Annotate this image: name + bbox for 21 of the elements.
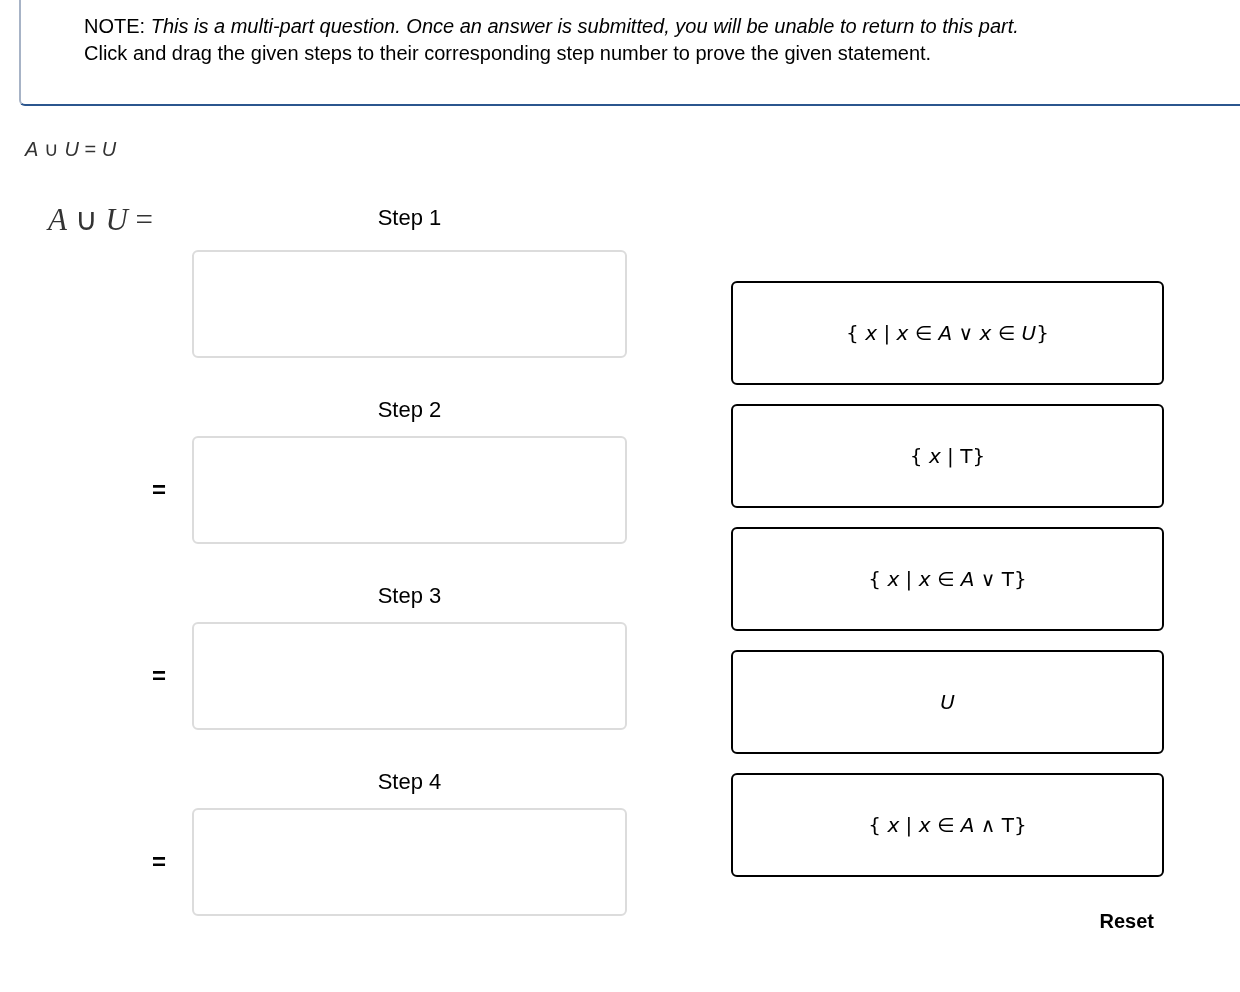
answer-tile[interactable]: { x | x ∈ A ∨ x ∈ U}: [731, 281, 1164, 385]
statement-text: A ∪ U = U: [25, 137, 117, 162]
answer-tile[interactable]: { x | T}: [731, 404, 1164, 508]
answer-tile[interactable]: U: [731, 650, 1164, 754]
step-label: Step 1: [377, 205, 442, 232]
equals-sign: =: [152, 477, 166, 503]
equals-sign: =: [152, 849, 166, 875]
step-label: Step 3: [377, 583, 442, 609]
drop-zone[interactable]: [192, 808, 627, 916]
note-text: NOTE: This is a multi-part question. Once an answer is submitted, you will be unable to return to this part.: [84, 14, 1020, 39]
drop-zone[interactable]: [192, 250, 627, 358]
drop-zone[interactable]: [192, 436, 627, 544]
answer-tile[interactable]: { x | x ∈ A ∧ T}: [731, 773, 1164, 877]
math-expression: A ∪ U =: [48, 203, 154, 237]
reset-button[interactable]: Reset: [1099, 909, 1154, 933]
equals-sign: =: [152, 663, 166, 689]
note-text: Click and drag the given steps to their corresponding step number to prove the given statement.: [84, 41, 933, 66]
step-label: Step 2: [377, 397, 442, 423]
drop-zone[interactable]: [192, 622, 627, 730]
step-label: Step 4: [377, 769, 442, 795]
answer-tile[interactable]: { x | x ∈ A ∨ T}: [731, 527, 1164, 631]
